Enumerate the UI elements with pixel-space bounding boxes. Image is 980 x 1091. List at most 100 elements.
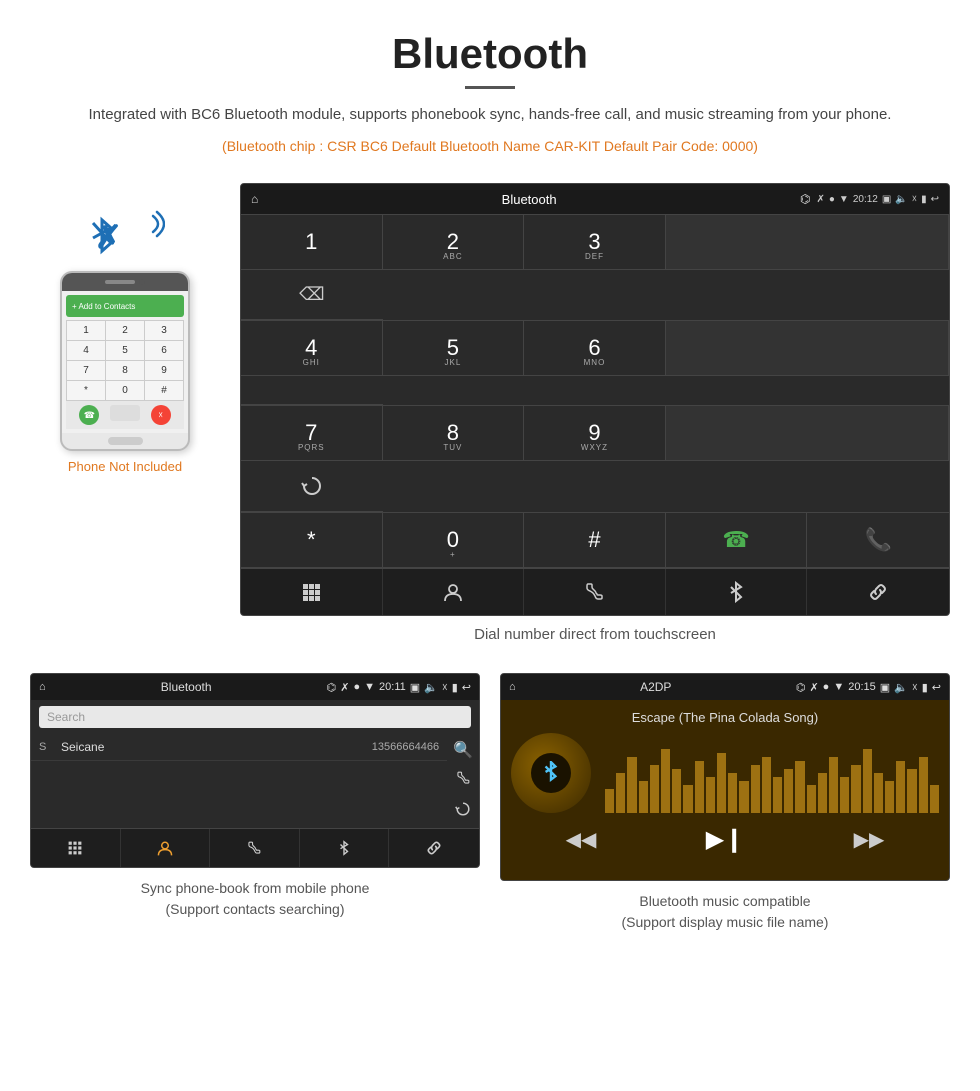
dial-statusbar: ⌂ Bluetooth ⌬ ✗ ● ▼ 20:12 ▣ 🔈 ☓ ▮ ↩ bbox=[241, 184, 949, 214]
music-main-area bbox=[511, 733, 939, 813]
phonebook-caption-line2: (Support contacts searching) bbox=[166, 901, 345, 917]
dial-key-8[interactable]: 8 TUV bbox=[383, 406, 525, 461]
dial-contacts-icon[interactable] bbox=[383, 569, 525, 615]
phone-bottom-row: ☎ ☓ bbox=[66, 401, 184, 429]
phone-key-3: 3 bbox=[145, 321, 183, 340]
dial-key-star[interactable]: * bbox=[241, 513, 383, 568]
phone-keypad: 1 2 3 4 5 6 7 8 9 * 0 # bbox=[66, 320, 184, 401]
dial-redial[interactable] bbox=[241, 461, 383, 512]
pb-bt2-icon[interactable] bbox=[300, 829, 390, 867]
dial-grid-icon[interactable] bbox=[241, 569, 383, 615]
dial-key-5-sub: JKL bbox=[444, 358, 461, 367]
pb-link2-icon[interactable] bbox=[389, 829, 479, 867]
phone-screen: + Add to Contacts 1 2 3 4 5 6 7 8 9 * 0 … bbox=[62, 291, 188, 433]
viz-bar-0 bbox=[605, 789, 614, 813]
pb-phone2-icon bbox=[246, 840, 262, 856]
apps-icon bbox=[67, 840, 83, 856]
music-x-icon: ☓ bbox=[912, 681, 918, 694]
dial-key-3[interactable]: 3 DEF bbox=[524, 215, 666, 270]
dial-caption: Dial number direct from touchscreen bbox=[240, 626, 950, 643]
dial-backspace[interactable]: ⌫ bbox=[241, 270, 383, 320]
viz-bar-9 bbox=[706, 777, 715, 813]
viz-bar-1 bbox=[616, 773, 625, 813]
dial-key-2[interactable]: 2 ABC bbox=[383, 215, 525, 270]
wifi-waves-icon bbox=[133, 208, 165, 240]
phonebook-panel: ⌂ Bluetooth ⌬ ✗ ● ▼ 20:11 ▣ 🔈 ☓ ▮ ↩ Sear… bbox=[30, 673, 480, 933]
music-song-title: Escape (The Pina Colada Song) bbox=[632, 710, 818, 725]
viz-bar-22 bbox=[851, 765, 860, 813]
usb-icon: ⌬ bbox=[800, 192, 810, 206]
pb-search-icon[interactable]: 🔍 bbox=[453, 740, 473, 760]
music-bt-icon-art bbox=[539, 761, 563, 785]
dial-phone-icon[interactable] bbox=[524, 569, 666, 615]
album-art bbox=[511, 733, 591, 813]
phone-key-5: 5 bbox=[106, 341, 144, 360]
dial-key-7[interactable]: 7 PQRS bbox=[241, 406, 383, 461]
music-play-pause-icon[interactable]: ▶❙ bbox=[706, 825, 745, 854]
viz-bar-18 bbox=[807, 785, 816, 813]
phone-key-star: * bbox=[67, 381, 105, 400]
phone-top-bar bbox=[62, 273, 188, 291]
music-time: 20:15 bbox=[848, 681, 876, 693]
phone-key-hash: # bbox=[145, 381, 183, 400]
dial-key-9[interactable]: 9 WXYZ bbox=[524, 406, 666, 461]
page-header: Bluetooth Integrated with BC6 Bluetooth … bbox=[0, 0, 980, 183]
contact-number: 13566664466 bbox=[372, 741, 439, 753]
dial-link-icon[interactable] bbox=[807, 569, 949, 615]
viz-bar-10 bbox=[717, 753, 726, 813]
pb-usb-icon: ⌬ bbox=[327, 681, 337, 694]
bluetooth-signal: ✗ bbox=[85, 203, 165, 263]
pb-person-icon[interactable] bbox=[121, 829, 211, 867]
pb-apps-icon[interactable] bbox=[31, 829, 121, 867]
phone-area: ✗ + Add to Contacts bbox=[30, 183, 220, 474]
dial-grid-row4: * 0 + # ☎ 📞 bbox=[241, 512, 949, 568]
dial-bluetooth-icon[interactable] bbox=[666, 569, 808, 615]
pb-bt-icon: ✗ bbox=[340, 681, 349, 694]
phone-home-button bbox=[108, 437, 143, 445]
volume-icon: 🔈 bbox=[895, 194, 907, 205]
dial-key-5[interactable]: 5 JKL bbox=[383, 321, 525, 376]
home-icon: ⌂ bbox=[251, 192, 258, 206]
link-icon bbox=[867, 581, 889, 603]
music-next-icon[interactable]: ▶▶ bbox=[854, 827, 885, 852]
link2-icon bbox=[425, 839, 443, 857]
phone-handset-icon bbox=[583, 581, 605, 603]
signal-icon: ▼ bbox=[839, 194, 849, 205]
music-screen: ⌂ A2DP ⌬ ✗ ● ▼ 20:15 ▣ 🔈 ☓ ▮ ↩ Escape (T… bbox=[500, 673, 950, 881]
music-caption-line1: Bluetooth music compatible bbox=[639, 893, 810, 909]
pb-sync-icon[interactable] bbox=[455, 801, 471, 822]
dial-key-hash[interactable]: # bbox=[524, 513, 666, 568]
pb-cam-icon: ▣ bbox=[410, 681, 420, 694]
phone-call-green: ☎ bbox=[79, 405, 99, 425]
phonebook-list: S Seicane 13566664466 bbox=[31, 734, 447, 828]
dial-key-4[interactable]: 4 GHI bbox=[241, 321, 383, 376]
phone-mockup: + Add to Contacts 1 2 3 4 5 6 7 8 9 * 0 … bbox=[60, 271, 190, 451]
music-prev-icon[interactable]: ◀◀ bbox=[566, 827, 597, 852]
pb-call-icon[interactable] bbox=[455, 770, 471, 791]
phonebook-caption-line1: Sync phone-book from mobile phone bbox=[141, 880, 370, 896]
dial-key-0[interactable]: 0 + bbox=[383, 513, 525, 568]
dial-key-2-sub: ABC bbox=[443, 252, 462, 261]
page-title: Bluetooth bbox=[60, 30, 920, 78]
header-specs: (Bluetooth chip : CSR BC6 Default Blueto… bbox=[60, 135, 920, 157]
dial-call-red[interactable]: 📞 bbox=[807, 513, 949, 568]
contact-name: Seicane bbox=[61, 740, 364, 754]
dial-grid: 1 2 ABC 3 DEF ⌫ bbox=[241, 214, 949, 320]
camera-icon: ▣ bbox=[882, 194, 891, 205]
phone-display bbox=[110, 405, 140, 421]
pb-time: 20:11 bbox=[379, 681, 406, 693]
pb-phone2-icon[interactable] bbox=[210, 829, 300, 867]
music-vol-icon: 🔈 bbox=[894, 681, 908, 694]
dial-key-6[interactable]: 6 MNO bbox=[524, 321, 666, 376]
phonebook-content-area: S Seicane 13566664466 🔍 bbox=[31, 734, 479, 828]
dial-key-1[interactable]: 1 bbox=[241, 215, 383, 270]
dial-grid-row3: 7 PQRS 8 TUV 9 WXYZ bbox=[241, 405, 949, 512]
phonebook-screen: ⌂ Bluetooth ⌬ ✗ ● ▼ 20:11 ▣ 🔈 ☓ ▮ ↩ Sear… bbox=[30, 673, 480, 868]
bt-bottom-icon bbox=[726, 581, 746, 603]
search-placeholder-text: Search bbox=[47, 710, 85, 724]
phonebook-search-bar[interactable]: Search bbox=[39, 706, 471, 728]
music-cam-icon: ▣ bbox=[880, 681, 890, 694]
dial-call-green[interactable]: ☎ bbox=[666, 513, 808, 568]
phone-camera bbox=[139, 279, 145, 285]
contact-letter: S bbox=[39, 741, 53, 753]
